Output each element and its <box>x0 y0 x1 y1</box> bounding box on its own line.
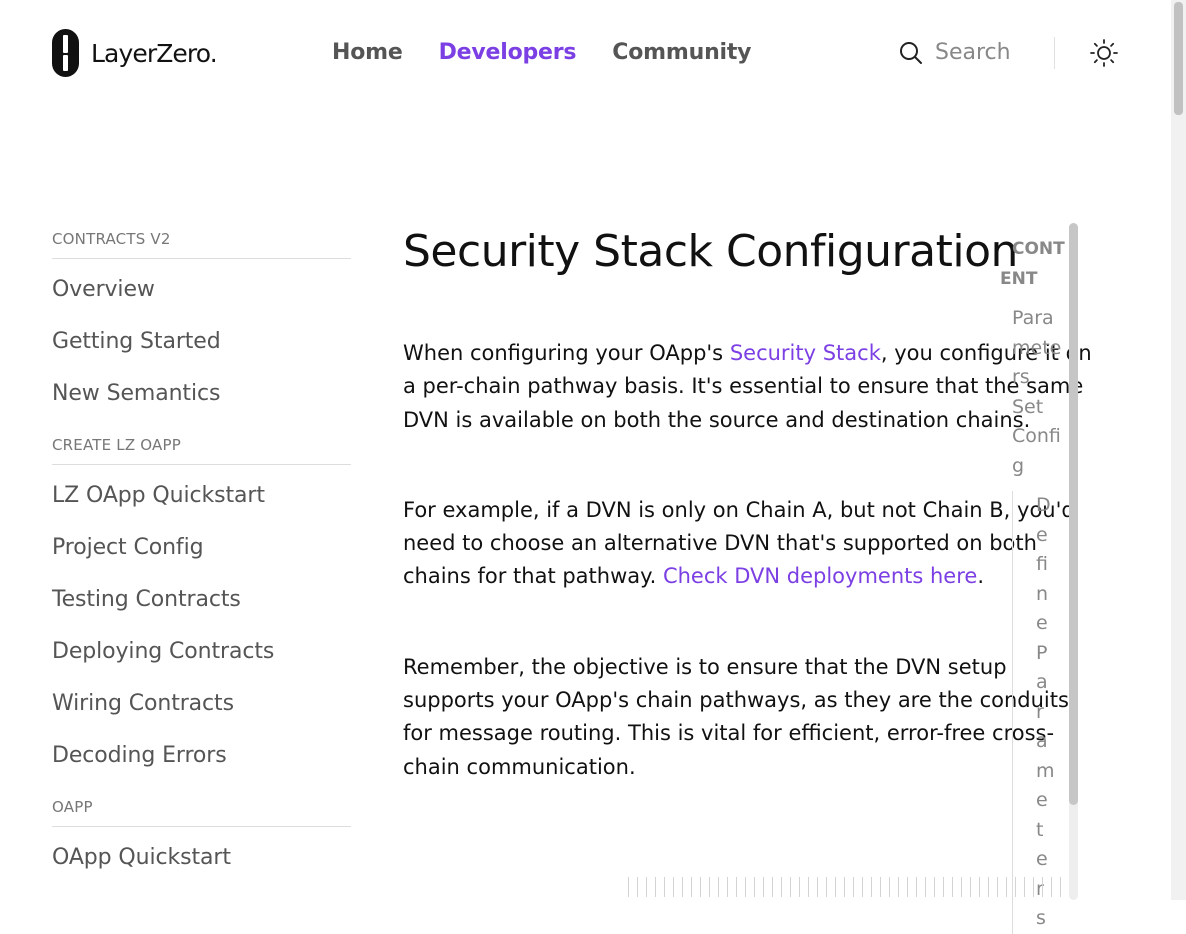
layerzero-logo-icon <box>52 29 79 77</box>
sidebar-section-title: CONTRACTS V2 <box>52 229 351 259</box>
main-nav: Home Developers Community <box>332 38 787 68</box>
paragraph-security-stack: When configuring your OApp's Security St… <box>403 337 1093 437</box>
paragraph-text: When configuring your OApp's <box>403 341 730 365</box>
sidebar-item-deploying-contracts[interactable]: Deploying Contracts <box>52 637 351 667</box>
toc-subitem-define-parameters[interactable]: Define Parameters <box>1012 491 1055 934</box>
page-scrollbar[interactable] <box>1171 0 1186 900</box>
toc-title-part: CONT <box>1012 239 1065 259</box>
toc-scrollbar[interactable] <box>1069 223 1078 900</box>
sidebar-section-title: CREATE LZ OAPP <box>52 435 351 465</box>
sidebar-item-oapp-quickstart[interactable]: OApp Quickstart <box>52 843 351 873</box>
sidebar-item-decoding-errors[interactable]: Decoding Errors <box>52 741 351 771</box>
toc-item-set-config[interactable]: Set Config <box>1012 393 1062 482</box>
page-title: Security Stack Configuration <box>403 226 1018 277</box>
nav-community[interactable]: Community <box>612 38 751 68</box>
toc-title: CONT ENT <box>1000 234 1065 294</box>
search-placeholder: Search <box>935 40 1011 65</box>
nav-home[interactable]: Home <box>332 38 403 68</box>
page-scrollbar-thumb[interactable] <box>1174 2 1183 115</box>
sidebar-section-title: OAPP <box>52 797 351 827</box>
sidebar-section-oapp: OAPP OApp Quickstart <box>52 797 351 873</box>
toc-item-parameters[interactable]: Parameters <box>1012 304 1062 393</box>
header-divider <box>1054 37 1055 69</box>
nav-developers[interactable]: Developers <box>439 38 577 68</box>
sun-icon[interactable] <box>1090 39 1118 67</box>
sidebar-item-project-config[interactable]: Project Config <box>52 533 351 563</box>
main-content: Security Stack Configuration When config… <box>403 222 1093 841</box>
toc-scrollbar-thumb[interactable] <box>1069 223 1078 805</box>
brand-logo[interactable]: LayerZero. <box>52 29 218 77</box>
docs-sidebar: CONTRACTS V2 Overview Getting Started Ne… <box>52 229 351 899</box>
sidebar-item-lz-oapp-quickstart[interactable]: LZ OApp Quickstart <box>52 481 351 511</box>
brand-name: LayerZero. <box>91 38 218 68</box>
sidebar-section-contracts-v2: CONTRACTS V2 Overview Getting Started Ne… <box>52 229 351 409</box>
sidebar-section-create-lz-oapp: CREATE LZ OAPP LZ OApp Quickstart Projec… <box>52 435 351 771</box>
sidebar-item-getting-started[interactable]: Getting Started <box>52 327 351 357</box>
toc-title-part: ENT <box>1000 269 1038 289</box>
security-stack-link[interactable]: Security Stack <box>730 341 881 365</box>
sidebar-item-wiring-contracts[interactable]: Wiring Contracts <box>52 689 351 719</box>
sidebar-item-overview[interactable]: Overview <box>52 275 351 305</box>
dvn-deployments-link[interactable]: Check DVN deployments here <box>663 564 977 588</box>
sidebar-item-testing-contracts[interactable]: Testing Contracts <box>52 585 351 615</box>
paragraph-objective: Remember, the objective is to ensure tha… <box>403 654 1069 779</box>
decorative-ticks <box>628 877 1068 897</box>
search-box[interactable]: Search <box>899 38 1011 68</box>
paragraph-text: . <box>977 564 984 589</box>
table-of-contents: CONT ENT Parameters Set Config Define Pa… <box>1000 234 1065 934</box>
search-icon <box>900 42 922 64</box>
paragraph-example: For example, if a DVN is only on Chain A… <box>403 494 1093 594</box>
sidebar-item-new-semantics[interactable]: New Semantics <box>52 379 351 409</box>
